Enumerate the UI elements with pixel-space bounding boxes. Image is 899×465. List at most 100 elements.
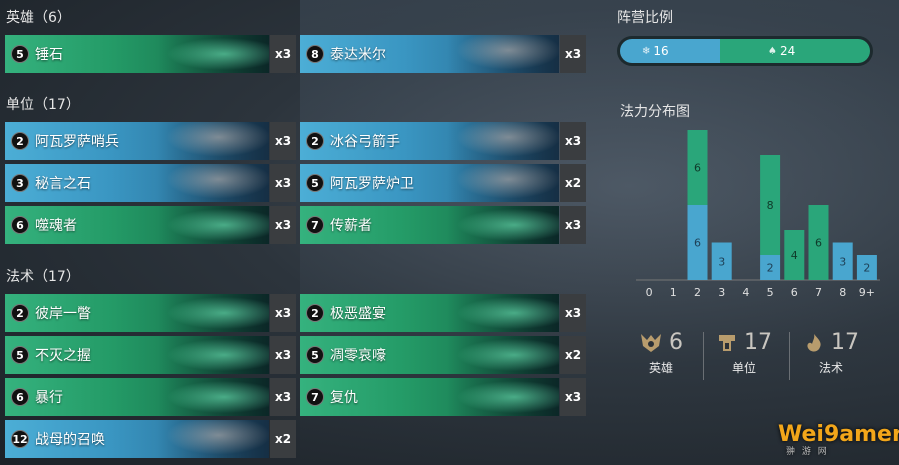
card-row[interactable]: 5 锤石 x3	[5, 35, 296, 73]
card-name: 极恶盛宴	[330, 306, 386, 322]
card-banner: 5 不灭之握	[5, 336, 269, 374]
card-banner: 2 阿瓦罗萨哨兵	[5, 122, 269, 160]
card-row[interactable]: 6 噬魂者 x3	[5, 206, 296, 244]
card-count: x3	[560, 294, 586, 332]
stat-divider	[789, 332, 790, 380]
champion-icon	[641, 333, 661, 352]
freljord-count: 16	[653, 44, 669, 58]
card-art	[447, 294, 559, 332]
bar-value-label: 6	[694, 162, 701, 175]
bar-value-label: 2	[863, 262, 870, 275]
card-row[interactable]: 12 战母的召唤 x2	[5, 420, 296, 458]
x-tick-label: 7	[815, 286, 822, 299]
card-banner: 6 暴行	[5, 378, 269, 416]
card-name: 暴行	[35, 390, 63, 406]
card-name: 泰达米尔	[330, 47, 386, 63]
card-art	[447, 336, 559, 374]
card-art	[447, 164, 559, 202]
card-name: 凋零哀嚎	[330, 348, 386, 364]
card-banner: 6 噬魂者	[5, 206, 269, 244]
card-banner: 3 秘言之石	[5, 164, 269, 202]
card-name: 噬魂者	[35, 218, 77, 234]
card-cost: 8	[306, 45, 324, 63]
card-row[interactable]: 8 泰达米尔 x3	[300, 35, 586, 73]
faction-ratio-title: 阵营比例	[617, 10, 673, 26]
unit-stat: 17 单位	[712, 330, 776, 376]
card-row[interactable]: 6 暴行 x3	[5, 378, 296, 416]
shadow-isles-icon: ♠	[768, 45, 777, 57]
card-art	[447, 122, 559, 160]
card-count: x3	[560, 35, 586, 73]
card-count: x3	[560, 378, 586, 416]
card-count: x2	[560, 336, 586, 374]
card-count: x3	[270, 122, 296, 160]
spells-section-title: 法术（17）	[6, 269, 80, 285]
card-art	[157, 294, 269, 332]
bar-value-label: 8	[767, 199, 774, 212]
card-count: x2	[560, 164, 586, 202]
x-tick-label: 8	[839, 286, 846, 299]
card-row[interactable]: 3 秘言之石 x3	[5, 164, 296, 202]
bar-value-label: 3	[718, 255, 725, 268]
bar-value-label: 6	[694, 237, 701, 250]
x-tick-label: 1	[670, 286, 677, 299]
card-name: 阿瓦罗萨哨兵	[35, 134, 119, 150]
card-row[interactable]: 2 冰谷弓箭手 x3	[300, 122, 586, 160]
card-count: x3	[270, 206, 296, 244]
card-row[interactable]: 2 彼岸一瞥 x3	[5, 294, 296, 332]
card-row[interactable]: 7 复仇 x3	[300, 378, 586, 416]
freljord-icon: ❄	[642, 45, 651, 57]
unit-icon	[719, 334, 735, 351]
card-row[interactable]: 5 凋零哀嚎 x2	[300, 336, 586, 374]
card-count: x3	[270, 294, 296, 332]
card-name: 复仇	[330, 390, 358, 406]
card-cost: 5	[11, 45, 29, 63]
card-banner: 2 极恶盛宴	[300, 294, 559, 332]
card-count: x3	[560, 206, 586, 244]
card-name: 彼岸一瞥	[35, 306, 91, 322]
card-name: 不灭之握	[35, 348, 91, 364]
card-row[interactable]: 2 极恶盛宴 x3	[300, 294, 586, 332]
card-row[interactable]: 2 阿瓦罗萨哨兵 x3	[5, 122, 296, 160]
bar-value-label: 6	[815, 237, 822, 250]
card-cost: 7	[306, 216, 324, 234]
card-banner: 2 冰谷弓箭手	[300, 122, 559, 160]
x-tick-label: 6	[791, 286, 798, 299]
spell-icon	[807, 333, 821, 352]
card-banner: 7 传薪者	[300, 206, 559, 244]
champion-label: 英雄	[648, 361, 673, 375]
card-cost: 2	[11, 132, 29, 150]
card-row[interactable]: 7 传薪者 x3	[300, 206, 586, 244]
watermark-subtext: 翀 游 网	[786, 447, 829, 457]
card-cost: 3	[11, 174, 29, 192]
card-banner: 8 泰达米尔	[300, 35, 559, 73]
mana-curve-chart: 0 1 6 6 2 3 3 4 2 8 5 4 6 6 7 3 8 2 9+	[636, 130, 880, 299]
card-banner: 2 彼岸一瞥	[5, 294, 269, 332]
mana-curve-title: 法力分布图	[620, 104, 690, 120]
card-cost: 5	[306, 174, 324, 192]
spell-label: 法术	[818, 361, 843, 375]
card-count: x3	[560, 122, 586, 160]
card-count: x2	[270, 420, 296, 458]
x-tick-label: 4	[742, 286, 749, 299]
card-cost: 6	[11, 388, 29, 406]
card-banner: 5 锤石	[5, 35, 269, 73]
card-name: 传薪者	[330, 218, 372, 234]
freljord-segment: ❄ 16	[620, 39, 720, 63]
card-art	[157, 420, 269, 458]
card-art	[157, 122, 269, 160]
card-name: 阿瓦罗萨炉卫	[330, 176, 414, 192]
card-row[interactable]: 5 阿瓦罗萨炉卫 x2	[300, 164, 586, 202]
bar-value-label: 3	[839, 255, 846, 268]
card-name: 秘言之石	[35, 176, 91, 192]
card-row[interactable]: 5 不灭之握 x3	[5, 336, 296, 374]
card-count: x3	[270, 35, 296, 73]
faction-ratio-bar: ❄ 16 ♠ 24	[617, 36, 873, 66]
card-art	[157, 336, 269, 374]
card-banner: 5 凋零哀嚎	[300, 336, 559, 374]
card-art	[157, 378, 269, 416]
bar-value-label: 2	[767, 262, 774, 275]
card-cost: 5	[306, 346, 324, 364]
card-cost: 6	[11, 216, 29, 234]
card-banner: 5 阿瓦罗萨炉卫	[300, 164, 559, 202]
